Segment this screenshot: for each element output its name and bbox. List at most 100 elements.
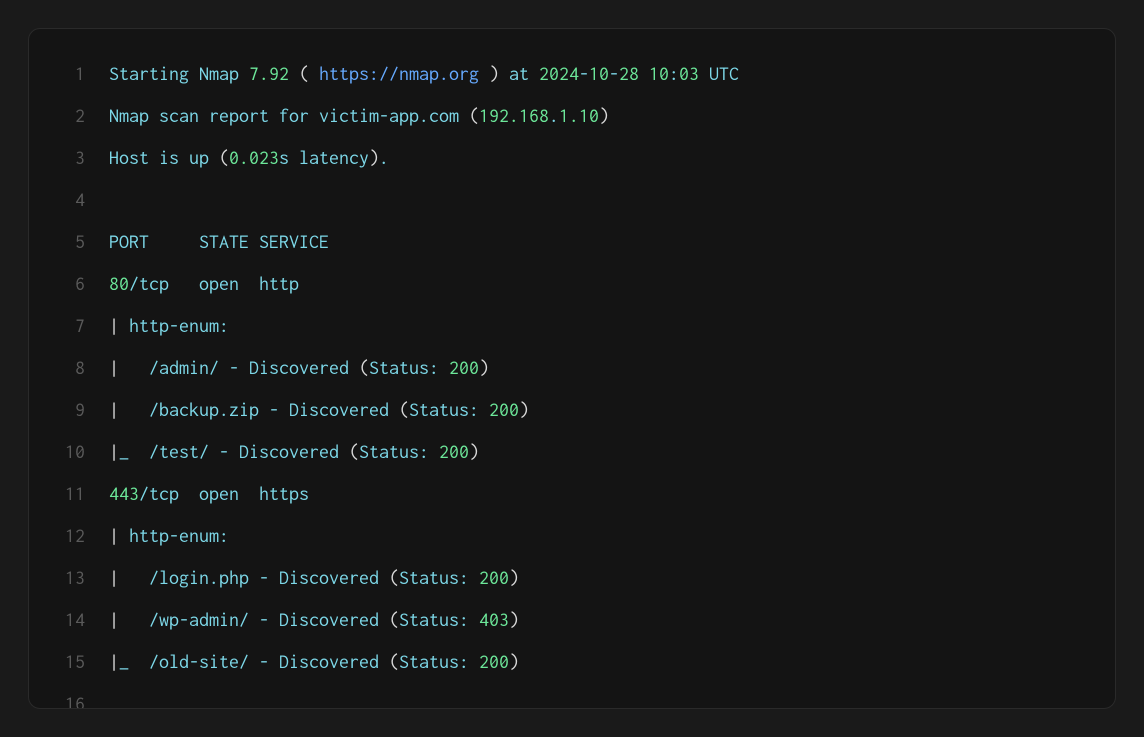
line-number: 4 — [49, 179, 85, 221]
line-content: | /wp-admin/ - Discovered (Status: 403) — [109, 599, 1095, 641]
code-token: ) — [489, 63, 499, 84]
code-token: ( — [219, 147, 229, 168]
code-token: s latency — [279, 147, 369, 168]
code-token: https://nmap.org — [319, 63, 479, 84]
line-content: 80/tcp open http — [109, 263, 1095, 305]
code-token: ) — [509, 567, 519, 588]
code-token: Nmap scan report — [109, 105, 279, 126]
code-token: 2024 — [539, 63, 579, 84]
line-content: |_ /test/ - Discovered (Status: 200) — [109, 431, 1095, 473]
code-token: ) — [479, 357, 489, 378]
code-line: 13| /login.php - Discovered (Status: 200… — [49, 557, 1095, 599]
code-token: UTC — [699, 63, 739, 84]
code-token: 1.10 — [559, 105, 599, 126]
code-token: | — [109, 651, 119, 672]
line-content: | /backup.zip - Discovered (Status: 200) — [109, 389, 1095, 431]
code-token: /wp-admin/ - Discovered — [119, 609, 389, 630]
line-number: 15 — [49, 641, 85, 683]
code-line: 5 PORT STATE SERVICE — [49, 221, 1095, 263]
code-token: ( — [359, 357, 369, 378]
code-token: ) — [519, 399, 529, 420]
code-line: 4 — [49, 179, 1095, 221]
line-number: 7 — [49, 305, 85, 347]
code-token: ( — [399, 399, 409, 420]
line-number: 9 — [49, 389, 85, 431]
line-content: | http-enum: — [109, 515, 1095, 557]
code-token: 03 — [679, 63, 699, 84]
code-token: Status: — [409, 399, 489, 420]
code-token: 200 — [449, 357, 479, 378]
code-token: | — [109, 399, 119, 420]
line-content: Host is up (0.023s latency). — [109, 137, 1095, 179]
code-token: - — [579, 63, 589, 84]
code-token: | — [109, 315, 119, 336]
code-token: 403 — [479, 609, 509, 630]
code-token: for — [279, 105, 309, 126]
code-token: Nmap — [199, 63, 249, 84]
code-token: http-enum: — [119, 525, 229, 546]
code-token: . — [549, 105, 559, 126]
code-line: 12| http-enum: — [49, 515, 1095, 557]
line-number: 11 — [49, 473, 85, 515]
line-number: 14 — [49, 599, 85, 641]
line-content: | http-enum: — [109, 305, 1095, 347]
code-token: ( — [299, 63, 309, 84]
code-line: 10 |_ /test/ - Discovered (Status: 200) — [49, 431, 1095, 473]
line-content: PORT STATE SERVICE — [109, 221, 1095, 263]
line-content: 443/tcp open https — [109, 473, 1095, 515]
code-token: ( — [389, 651, 399, 672]
code-token: Starting — [109, 63, 199, 84]
code-line: 8| /admin/ - Discovered (Status: 200) — [49, 347, 1095, 389]
line-number: 3 — [49, 137, 85, 179]
code-token: Status: — [399, 567, 479, 588]
line-number: 1 — [49, 53, 85, 95]
line-content: |_ /old-site/ - Discovered (Status: 200) — [109, 641, 1095, 683]
code-token — [289, 63, 299, 84]
code-token: victim-app.com — [309, 105, 469, 126]
code-token: Status: — [369, 357, 449, 378]
code-token: /tcp open http — [129, 273, 299, 294]
code-token: | — [109, 357, 119, 378]
code-token: 200 — [479, 567, 509, 588]
line-number: 2 — [49, 95, 85, 137]
code-token: | — [109, 567, 119, 588]
code-line: 14 | /wp-admin/ - Discovered (Status: 403… — [49, 599, 1095, 641]
code-token: : — [669, 63, 679, 84]
code-token: ) — [469, 441, 479, 462]
code-token: | — [109, 609, 119, 630]
line-number: 10 — [49, 431, 85, 473]
line-content — [109, 179, 1095, 221]
terminal-window: 1Starting Nmap 7.92 ( https://nmap.org )… — [28, 28, 1116, 709]
code-line: 2Nmap scan report for victim-app.com (19… — [49, 95, 1095, 137]
code-token: /login.php - Discovered — [119, 567, 389, 588]
code-line: 11 443/tcp open https — [49, 473, 1095, 515]
code-token: 0.023 — [229, 147, 279, 168]
code-line: 9 | /backup.zip - Discovered (Status: 200… — [49, 389, 1095, 431]
code-line: 7 | http-enum: — [49, 305, 1095, 347]
code-token: PORT STATE SERVICE — [109, 231, 329, 252]
code-token: /tcp open https — [139, 483, 309, 504]
line-number: 5 — [49, 221, 85, 263]
line-content: Starting Nmap 7.92 ( https://nmap.org ) … — [109, 53, 1095, 95]
code-token: Status: — [359, 441, 439, 462]
code-token: Status: — [399, 651, 479, 672]
line-content: | /login.php - Discovered (Status: 200) — [109, 557, 1095, 599]
code-token: | — [109, 441, 119, 462]
code-token: ) — [509, 609, 519, 630]
line-number: 16 — [49, 683, 85, 709]
code-token: ( — [389, 567, 399, 588]
code-token: ) — [599, 105, 609, 126]
code-line: 680/tcp open http — [49, 263, 1095, 305]
code-token: 10 — [649, 63, 669, 84]
code-token: . — [379, 147, 389, 168]
code-token: ) — [509, 651, 519, 672]
code-line: 15 |_ /old-site/ - Discovered (Status: 20… — [49, 641, 1095, 683]
code-line: 1 Starting Nmap 7.92 ( https://nmap.org )… — [49, 53, 1095, 95]
code-token: ( — [349, 441, 359, 462]
code-token — [639, 63, 649, 84]
line-content — [109, 683, 1095, 709]
code-token: 200 — [489, 399, 519, 420]
code-token: 28 — [619, 63, 639, 84]
code-token: /admin/ - Discovered — [119, 357, 359, 378]
code-token: 80 — [109, 273, 129, 294]
